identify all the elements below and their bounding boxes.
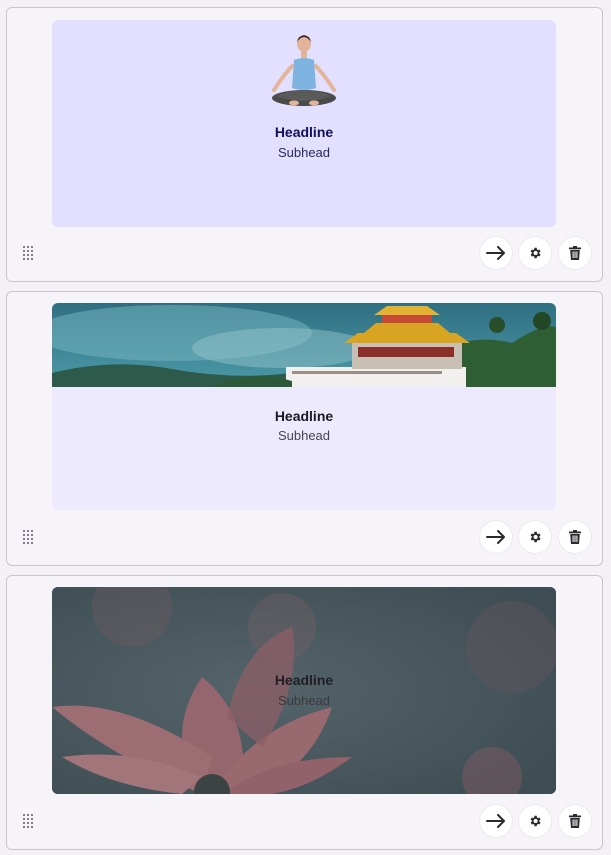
arrow-right-icon (486, 814, 505, 828)
flower-background-image (52, 587, 556, 794)
next-button[interactable] (480, 237, 512, 269)
monastery-landscape-image (52, 303, 556, 387)
content-card-1[interactable]: Headline Subhead (52, 20, 556, 227)
delete-button[interactable] (559, 521, 591, 553)
arrow-right-icon (486, 530, 505, 544)
next-button[interactable] (480, 805, 512, 837)
drag-handle-icon[interactable] (23, 246, 35, 260)
meditation-person-image (272, 35, 336, 106)
next-button[interactable] (480, 521, 512, 553)
gear-icon (530, 531, 541, 543)
card-subhead: Subhead (277, 693, 331, 708)
settings-button[interactable] (519, 805, 551, 837)
drag-handle-icon[interactable] (23, 814, 35, 828)
content-block-3: Headline Subhead (6, 575, 603, 850)
gear-icon (530, 815, 541, 827)
trash-icon (569, 246, 581, 260)
gear-icon (530, 247, 541, 259)
trash-icon (569, 530, 581, 544)
settings-button[interactable] (519, 237, 551, 269)
delete-button[interactable] (559, 237, 591, 269)
content-card-3[interactable]: Headline Subhead (52, 587, 556, 794)
card-subhead: Subhead (277, 428, 331, 443)
content-card-2[interactable]: Headline Subhead (52, 303, 556, 510)
content-block-1: Headline Subhead (6, 7, 603, 282)
arrow-right-icon (486, 246, 505, 260)
card-headline: Headline (274, 124, 334, 140)
content-block-2: Headline Subhead (6, 291, 603, 566)
card-subhead: Subhead (277, 145, 331, 160)
trash-icon (569, 814, 581, 828)
drag-handle-icon[interactable] (23, 530, 35, 544)
card-headline: Headline (274, 408, 334, 424)
settings-button[interactable] (519, 521, 551, 553)
card-headline: Headline (274, 672, 334, 688)
delete-button[interactable] (559, 805, 591, 837)
